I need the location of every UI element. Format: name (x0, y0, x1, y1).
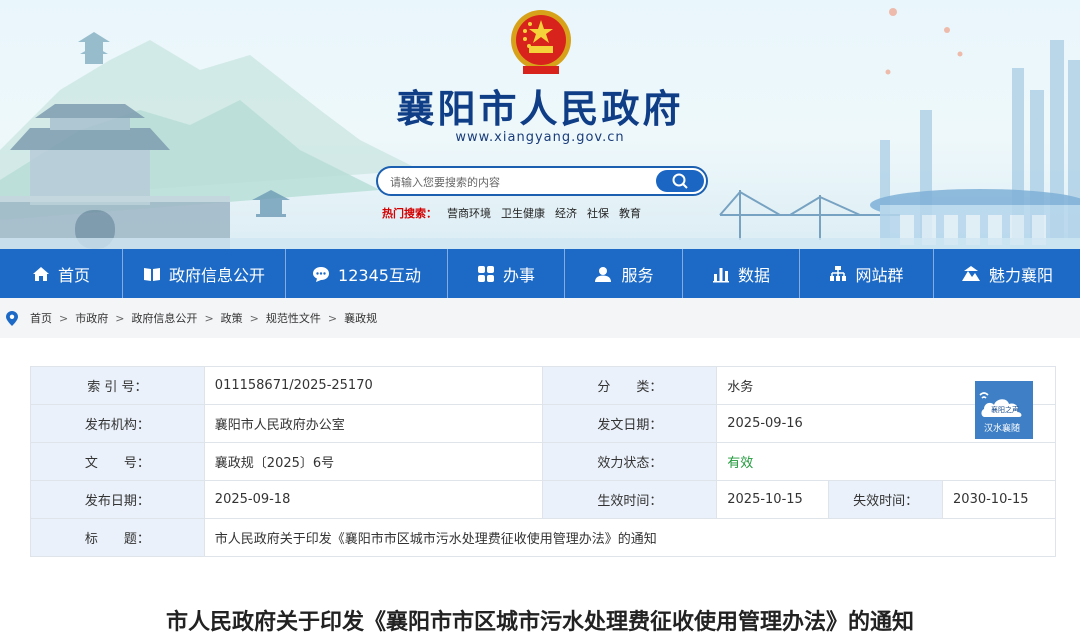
breadcrumb-item[interactable]: 襄政规 (344, 310, 377, 326)
chevron-right-icon: > (249, 311, 259, 325)
validity-status-value: 有效 (716, 442, 1056, 481)
hot-search-link[interactable]: 营商环境 (447, 205, 491, 221)
publish-date-label: 发布日期： (30, 480, 205, 519)
badge-text-line1: 襄阳之声 (991, 405, 1019, 414)
hot-search-link[interactable]: 社保 (587, 205, 609, 221)
breadcrumb-item[interactable]: 政府信息公开 (131, 310, 197, 326)
breadcrumb-item[interactable]: 首页 (30, 310, 52, 326)
validity-status-label: 效力状态： (542, 442, 718, 481)
table-row: 发布日期： 2025-09-18 生效时间： 2025-10-15 失效时间： … (30, 480, 1056, 519)
nav-item-service[interactable]: 服务 (565, 249, 683, 298)
nav-item-home[interactable]: 首页 (0, 249, 123, 298)
index-number-value: 011158671/2025-25170 (203, 366, 544, 405)
document-title: 市人民政府关于印发《襄阳市市区城市污水处理费征收使用管理办法》的通知 (165, 610, 914, 635)
table-row: 索 引 号： 011158671/2025-25170 分 类： 水务 (30, 366, 1056, 405)
date-issued-label: 发文日期： (542, 404, 718, 443)
publish-date-value: 2025-09-18 (203, 480, 544, 519)
nav-item-site-group[interactable]: 网站群 (800, 249, 934, 298)
scenery-icon (961, 265, 980, 281)
table-row: 文 号： 襄政规〔2025〕6号 效力状态： 有效 (30, 442, 1056, 481)
nav-item-charm[interactable]: 魅力襄阳 (934, 249, 1080, 298)
nav-item-label: 办事 (502, 265, 535, 285)
nav-item-12345[interactable]: 12345互动 (286, 249, 448, 298)
bar-chart-icon (712, 267, 729, 282)
breadcrumb-item[interactable]: 政策 (221, 310, 243, 326)
effective-date-label: 生效时间： (542, 480, 718, 519)
hot-search-link[interactable]: 教育 (619, 205, 641, 221)
issuer-value: 襄阳市人民政府办公室 (203, 404, 544, 443)
nav-item-data[interactable]: 数据 (683, 249, 800, 298)
sitemap-icon (830, 265, 847, 281)
table-row: 标 题： 市人民政府关于印发《襄阳市市区城市污水处理费征收使用管理办法》的通知 (30, 518, 1057, 557)
hot-search-link[interactable]: 经济 (555, 205, 577, 221)
document-number-value: 襄政规〔2025〕6号 (203, 442, 544, 481)
title-label: 标 题： (30, 518, 205, 557)
chat-icon (313, 266, 330, 282)
search-icon (672, 173, 688, 189)
grid-icon (477, 265, 494, 282)
nav-item-label: 网站群 (855, 265, 904, 285)
xiangyang-voice-badge[interactable]: 襄阳之声 汉水襄随 (975, 381, 1033, 439)
issuer-label: 发布机构： (30, 404, 205, 443)
site-url: www.xiangyang.gov.cn (455, 130, 625, 145)
site-title: 襄阳市人民政府 (396, 87, 684, 131)
nav-item-label: 数据 (737, 265, 770, 285)
hot-search-label: 热门搜索： (382, 207, 437, 220)
nav-item-label: 首页 (57, 265, 90, 285)
nav-item-label: 12345互动 (338, 265, 421, 285)
search-bar (376, 166, 708, 196)
home-icon (32, 266, 49, 281)
main-nav: 首页 政府信息公开 12345互动 办事 服务 数据 网站群 魅力襄阳 (0, 249, 1080, 298)
category-label: 分 类： (542, 366, 718, 405)
voice-cloud-icon: 襄阳之声 汉水襄随 (975, 381, 1033, 439)
document-metadata-table: 索 引 号： 011158671/2025-25170 分 类： 水务 发布机构… (30, 366, 1057, 557)
chevron-right-icon: > (59, 311, 69, 325)
chevron-right-icon: > (327, 311, 338, 325)
nav-item-label: 服务 (621, 265, 654, 285)
national-emblem-icon (511, 10, 571, 74)
nav-item-label: 政府信息公开 (168, 265, 265, 285)
effective-date-value: 2025-10-15 (716, 480, 830, 519)
chevron-right-icon: > (204, 311, 214, 325)
table-row: 发布机构： 襄阳市人民政府办公室 发文日期： 2025-09-16 (30, 404, 1056, 443)
person-icon (595, 266, 612, 282)
content-panel: 索 引 号： 011158671/2025-25170 分 类： 水务 发布机构… (0, 338, 1080, 640)
nav-item-label: 魅力襄阳 (988, 265, 1053, 285)
expire-date-label: 失效时间： (828, 480, 944, 519)
document-number-label: 文 号： (30, 442, 205, 481)
hot-search: 热门搜索： 营商环境 卫生健康 经济 社保 教育 (382, 205, 641, 221)
nav-item-gov-info[interactable]: 政府信息公开 (123, 249, 286, 298)
badge-text-line2: 汉水襄随 (984, 422, 1020, 434)
chevron-right-icon: > (115, 311, 125, 325)
location-pin-icon (6, 310, 18, 326)
breadcrumb: 首页 > 市政府 > 政府信息公开 > 政策 > 规范性文件 > 襄政规 (0, 298, 1080, 338)
header-banner: 襄阳市人民政府 www.xiangyang.gov.cn 热门搜索： 营商环境 … (0, 0, 1080, 249)
expire-date-value: 2030-10-15 (942, 480, 1056, 519)
book-icon (143, 267, 160, 281)
search-button[interactable] (656, 170, 704, 192)
nav-item-affairs[interactable]: 办事 (448, 249, 565, 298)
title-value: 市人民政府关于印发《襄阳市市区城市污水处理费征收使用管理办法》的通知 (203, 518, 1057, 557)
breadcrumb-item[interactable]: 规范性文件 (266, 310, 321, 326)
breadcrumb-item[interactable]: 市政府 (75, 310, 108, 326)
search-input[interactable] (390, 172, 650, 192)
index-number-label: 索 引 号： (30, 366, 205, 405)
hot-search-link[interactable]: 卫生健康 (501, 205, 545, 221)
